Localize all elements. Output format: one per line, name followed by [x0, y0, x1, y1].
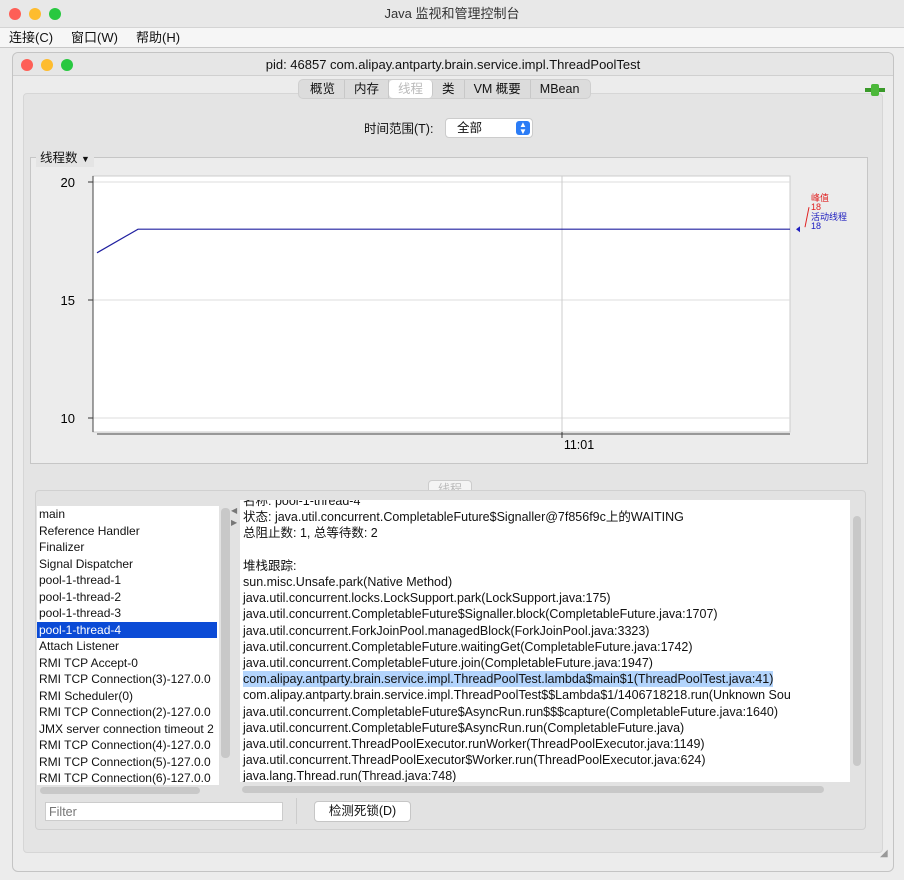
detail-line: com.alipay.antparty.brain.service.impl.T… [243, 688, 791, 703]
window-close-button[interactable] [21, 59, 33, 71]
thread-list-item[interactable]: RMI TCP Connection(2)-127.0.0 [37, 704, 217, 721]
filter-input[interactable] [45, 802, 283, 821]
thread-list-item[interactable]: pool-1-thread-4 [37, 621, 217, 638]
detail-line: 状态: java.util.concurrent.CompletableFutu… [243, 510, 684, 525]
legend-peak-pointer [804, 207, 810, 228]
window-titlebar: pid: 46857 com.alipay.antparty.brain.ser… [13, 53, 893, 76]
thread-list-item[interactable]: Reference Handler [37, 523, 217, 540]
detail-line: 总阻止数: 1, 总等待数: 2 [243, 526, 378, 541]
y-tick-label: 15 [61, 293, 75, 308]
legend-marker-icon [796, 226, 800, 233]
tab-vm-summary[interactable]: VM 概要 [465, 80, 531, 98]
thread-list-item[interactable]: JMX server connection timeout 2 [37, 721, 217, 738]
thread-list-item[interactable]: pool-1-thread-3 [37, 605, 217, 622]
x-tick-label: 11:01 [564, 438, 594, 452]
y-tick-label: 10 [61, 411, 75, 426]
thread-list-item[interactable]: Finalizer [37, 539, 217, 556]
maximize-button[interactable] [49, 8, 61, 20]
menu-help[interactable]: 帮助(H) [127, 28, 189, 48]
thread-list-item[interactable]: pool-1-thread-1 [37, 572, 217, 589]
close-button[interactable] [9, 8, 21, 20]
legend-value: 18 [811, 221, 821, 231]
detail-line: 名称: pool-1-thread-4 [243, 500, 361, 508]
window-minimize-button[interactable] [41, 59, 53, 71]
thread-list-hscrollbar[interactable] [40, 787, 200, 794]
detail-line: com.alipay.antparty.brain.service.impl.T… [243, 671, 774, 688]
detail-line: java.util.concurrent.ForkJoinPool.manage… [243, 623, 650, 638]
detail-line: java.util.concurrent.locks.LockSupport.p… [243, 591, 611, 606]
thread-list-scrollbar[interactable] [221, 508, 230, 758]
detail-line: 堆栈跟踪: [243, 558, 297, 573]
detail-line: java.util.concurrent.ThreadPoolExecutor$… [243, 753, 706, 768]
plot-area [92, 175, 791, 433]
detail-line: java.util.concurrent.CompletableFuture.j… [243, 656, 653, 670]
detail-line: java.util.concurrent.ThreadPoolExecutor.… [243, 737, 705, 751]
connection-status-icon [865, 84, 885, 96]
thread-list-item[interactable]: Attach Listener [37, 638, 217, 655]
details-vscrollbar[interactable] [853, 516, 861, 766]
time-range-label: 时间范围(T): [364, 122, 434, 136]
y-tick-label: 20 [61, 175, 75, 190]
thread-list-item[interactable]: RMI TCP Connection(4)-127.0.0 [37, 737, 217, 754]
thread-list-item[interactable]: main [37, 506, 217, 523]
thread-list-item[interactable]: Signal Dispatcher [37, 556, 217, 573]
menu-bar: 连接(C) 窗口(W) 帮助(H) [0, 28, 904, 48]
resize-grip-icon[interactable]: ◢ [880, 848, 888, 859]
tab-bar: 概览 内存 线程 类 VM 概要 MBean [298, 79, 592, 99]
app-titlebar: Java 监视和管理控制台 [0, 0, 904, 28]
legend-value: 18 [811, 202, 821, 212]
tab-classes[interactable]: 类 [433, 80, 465, 98]
thread-details[interactable]: 名称: pool-1-thread-4 状态: java.util.concurr… [240, 500, 850, 782]
divider [296, 798, 297, 824]
tab-memory[interactable]: 内存 [345, 80, 390, 98]
detail-line: java.util.concurrent.CompletableFuture$A… [243, 704, 779, 719]
chevron-updown-icon: ▲ ▼ [516, 121, 530, 136]
time-range-value: 全部 [457, 121, 483, 135]
split-arrows-icon[interactable]: ◀ ▶ [231, 505, 237, 529]
menu-connect[interactable]: 连接(C) [0, 28, 62, 48]
menu-window[interactable]: 窗口(W) [62, 28, 127, 48]
detail-line: java.util.concurrent.CompletableFuture$A… [243, 720, 685, 735]
tab-mbean[interactable]: MBean [531, 80, 589, 98]
detail-line: java.util.concurrent.CompletableFuture.w… [243, 639, 693, 654]
details-hscrollbar[interactable] [242, 786, 824, 793]
thread-list-item[interactable]: RMI TCP Connection(5)-127.0.0 [37, 754, 217, 771]
detail-line: sun.misc.Unsafe.park(Native Method) [243, 575, 453, 589]
detail-line: java.util.concurrent.CompletableFuture$S… [243, 607, 718, 622]
detail-line: java.lang.Thread.run(Thread.java:748) [243, 769, 457, 782]
thread-list-item[interactable]: RMI TCP Connection(3)-127.0.0 [37, 671, 217, 688]
detect-deadlock-button[interactable]: 检测死锁(D) [314, 801, 411, 822]
thread-list-item[interactable]: RMI TCP Connection(6)-127.0.0 [37, 770, 217, 785]
window-maximize-button[interactable] [61, 59, 73, 71]
tab-threads[interactable]: 线程 [389, 80, 434, 98]
thread-list[interactable]: main Reference Handler Finalizer Signal Dis… [37, 506, 219, 785]
thread-list-item[interactable]: pool-1-thread-2 [37, 589, 217, 606]
thread-count-chart: 10152011:01 峰值18活动线程18 [61, 175, 847, 452]
time-range-select[interactable]: 全部 ▲ ▼ [445, 118, 533, 138]
minimize-button[interactable] [29, 8, 41, 20]
thread-list-item[interactable]: RMI Scheduler(0) [37, 688, 217, 705]
thread-list-item[interactable]: RMI TCP Accept-0 [37, 655, 217, 672]
app-title: Java 监视和管理控制台 [384, 6, 520, 21]
window-title: pid: 46857 com.alipay.antparty.brain.ser… [265, 57, 641, 72]
tab-overview[interactable]: 概览 [301, 80, 346, 98]
